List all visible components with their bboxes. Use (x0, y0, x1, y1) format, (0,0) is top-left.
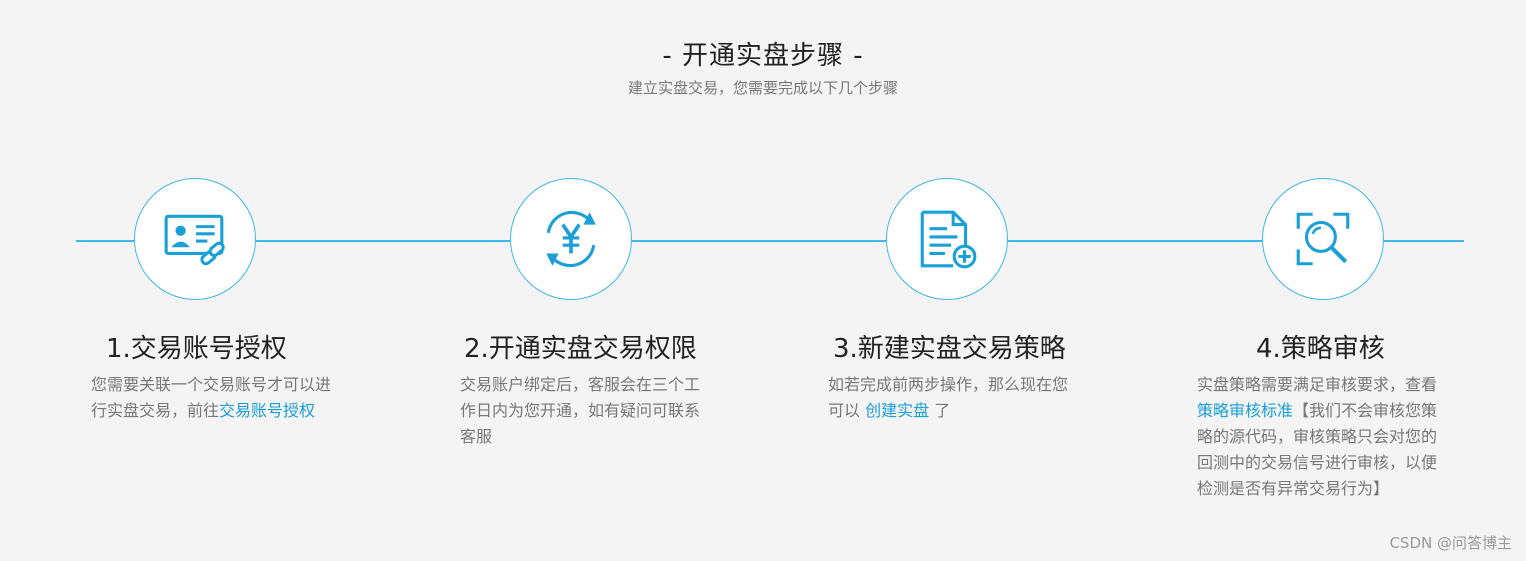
step-3-title: 3.新建实盘交易策略 (833, 334, 1066, 364)
step-1-title: 1.交易账号授权 (106, 334, 287, 364)
timeline-line (76, 240, 1464, 242)
step-4-title: 4.策略审核 (1256, 334, 1385, 364)
search-review-icon (1296, 212, 1350, 266)
step-2-desc: 交易账户绑定后，客服会在三个工作日内为您开通，如有疑问可联系客服 (460, 375, 701, 446)
step-4-circle (1262, 178, 1384, 300)
step-3-circle (886, 178, 1008, 300)
step-4-desc: 实盘策略需要满足审核要求，查看策略审核标准【我们不会审核您策略的源代码，审核策略… (1197, 375, 1438, 498)
step-3-desc: 如若完成前两步操作，那么现在您可以 创建实盘 了 (828, 375, 1069, 420)
step-2-title: 2.开通实盘交易权限 (464, 334, 697, 364)
review-standard-link[interactable]: 策略审核标准 (1197, 401, 1293, 420)
id-card-link-icon (164, 214, 225, 266)
step-1-desc: 您需要关联一个交易账号才可以进行实盘交易，前往交易账号授权 (91, 375, 332, 420)
watermark: CSDN @问答博主 (1389, 534, 1512, 552)
page-header: - 开通实盘步骤 - 建立实盘交易，您需要完成以下几个步骤 (0, 36, 1526, 98)
create-live-link[interactable]: 创建实盘 (865, 401, 929, 420)
document-add-icon (920, 210, 977, 269)
step-1-circle (134, 178, 256, 300)
page-title: - 开通实盘步骤 - (662, 41, 864, 71)
step-2-circle (510, 178, 632, 300)
account-auth-link[interactable]: 交易账号授权 (219, 401, 315, 420)
yen-refresh-icon (546, 210, 596, 268)
page-subtitle: 建立实盘交易，您需要完成以下几个步骤 (627, 79, 898, 97)
